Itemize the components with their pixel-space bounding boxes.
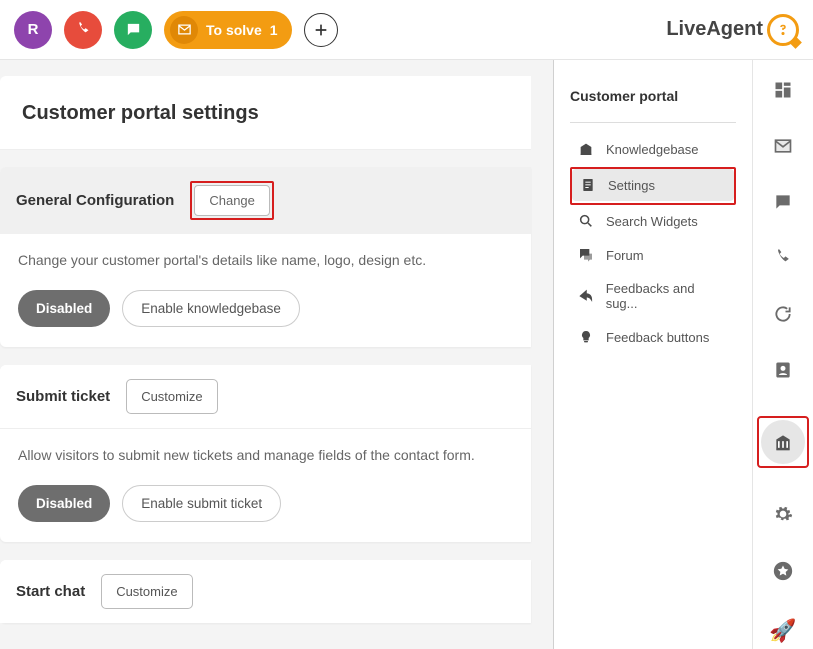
rail-settings[interactable]	[761, 504, 805, 524]
card-head: Start chat Customize	[0, 560, 531, 623]
card-head: Submit ticket Customize	[0, 365, 531, 429]
share-icon	[578, 288, 596, 304]
disabled-badge[interactable]: Disabled	[18, 290, 110, 327]
mail-icon	[170, 16, 198, 44]
bank-icon	[578, 141, 596, 157]
card-submit-ticket: Submit ticket Customize Allow visitors t…	[0, 365, 531, 542]
subnav-feedback-buttons[interactable]: Feedback buttons	[570, 321, 736, 353]
subnav-label: Forum	[606, 248, 644, 263]
brand-logo: LiveAgent	[666, 14, 799, 46]
subnav-label: Settings	[608, 178, 655, 193]
rail-favorites[interactable]	[761, 560, 805, 582]
button-row: Disabled Enable knowledgebase	[18, 290, 513, 327]
card-general-config: General Configuration Change Change your…	[0, 167, 531, 347]
to-solve-count: 1	[270, 22, 278, 38]
call-button[interactable]	[64, 11, 102, 49]
page-title: Customer portal settings	[0, 76, 531, 149]
card-title: Submit ticket	[16, 388, 110, 405]
subnav-settings[interactable]: Settings	[572, 169, 734, 201]
subnav: Customer portal Knowledgebase Settings S…	[553, 60, 753, 649]
to-solve-label: To solve	[206, 22, 262, 38]
avatar-initial: R	[28, 21, 39, 38]
top-bar: LiveAgent To solve 1 R	[0, 0, 813, 60]
user-avatar[interactable]: R	[14, 11, 52, 49]
card-start-chat: Start chat Customize	[0, 560, 531, 623]
brand-mark-icon	[767, 14, 799, 46]
subnav-settings-highlight: Settings	[570, 167, 736, 205]
main-layout: 🚀 Customer portal Knowledgebase Settings…	[0, 60, 813, 649]
document-icon	[580, 177, 598, 193]
card-desc: Allow visitors to submit new tickets and…	[18, 447, 513, 463]
subnav-label: Search Widgets	[606, 214, 698, 229]
content-area: Customer portal settings General Configu…	[0, 60, 553, 649]
customize-submit-button[interactable]: Customize	[126, 379, 217, 414]
forum-icon	[578, 247, 596, 263]
rail-knowledgebase-highlight	[757, 416, 809, 468]
nav-rail: 🚀	[753, 60, 813, 649]
rail-refresh[interactable]	[761, 304, 805, 324]
change-button[interactable]: Change	[194, 185, 270, 216]
card-body: Change your customer portal's details li…	[0, 234, 531, 327]
to-solve-pill[interactable]: To solve 1	[164, 11, 292, 49]
subnav-label: Feedbacks and sug...	[606, 281, 728, 311]
change-button-highlight: Change	[190, 181, 274, 220]
brand-text: LiveAgent	[666, 18, 763, 41]
customize-chat-button[interactable]: Customize	[101, 574, 192, 609]
subnav-search-widgets[interactable]: Search Widgets	[570, 205, 736, 237]
rail-calls[interactable]	[761, 248, 805, 268]
card-body: Allow visitors to submit new tickets and…	[0, 429, 531, 522]
subnav-feedbacks[interactable]: Feedbacks and sug...	[570, 273, 736, 319]
subnav-forum[interactable]: Forum	[570, 239, 736, 271]
card-head: General Configuration Change	[0, 167, 531, 234]
subnav-knowledgebase[interactable]: Knowledgebase	[570, 133, 736, 165]
card-title: General Configuration	[16, 192, 174, 209]
enable-knowledgebase-button[interactable]: Enable knowledgebase	[122, 290, 300, 327]
subnav-label: Feedback buttons	[606, 330, 709, 345]
chat-button[interactable]	[114, 11, 152, 49]
rail-dashboard[interactable]	[761, 80, 805, 100]
rail-rocket[interactable]: 🚀	[761, 618, 805, 644]
subnav-title: Customer portal	[570, 88, 736, 123]
button-row: Disabled Enable submit ticket	[18, 485, 513, 522]
new-item-button[interactable]	[304, 13, 338, 47]
bulb-icon	[578, 329, 596, 345]
subnav-label: Knowledgebase	[606, 142, 699, 157]
rail-chats[interactable]	[761, 192, 805, 212]
card-desc: Change your customer portal's details li…	[18, 252, 513, 268]
enable-submit-ticket-button[interactable]: Enable submit ticket	[122, 485, 281, 522]
rail-mail[interactable]	[761, 136, 805, 156]
search-icon	[578, 213, 596, 229]
rail-knowledgebase[interactable]	[761, 420, 805, 464]
disabled-badge[interactable]: Disabled	[18, 485, 110, 522]
card-title: Start chat	[16, 583, 85, 600]
rail-contacts[interactable]	[761, 360, 805, 380]
